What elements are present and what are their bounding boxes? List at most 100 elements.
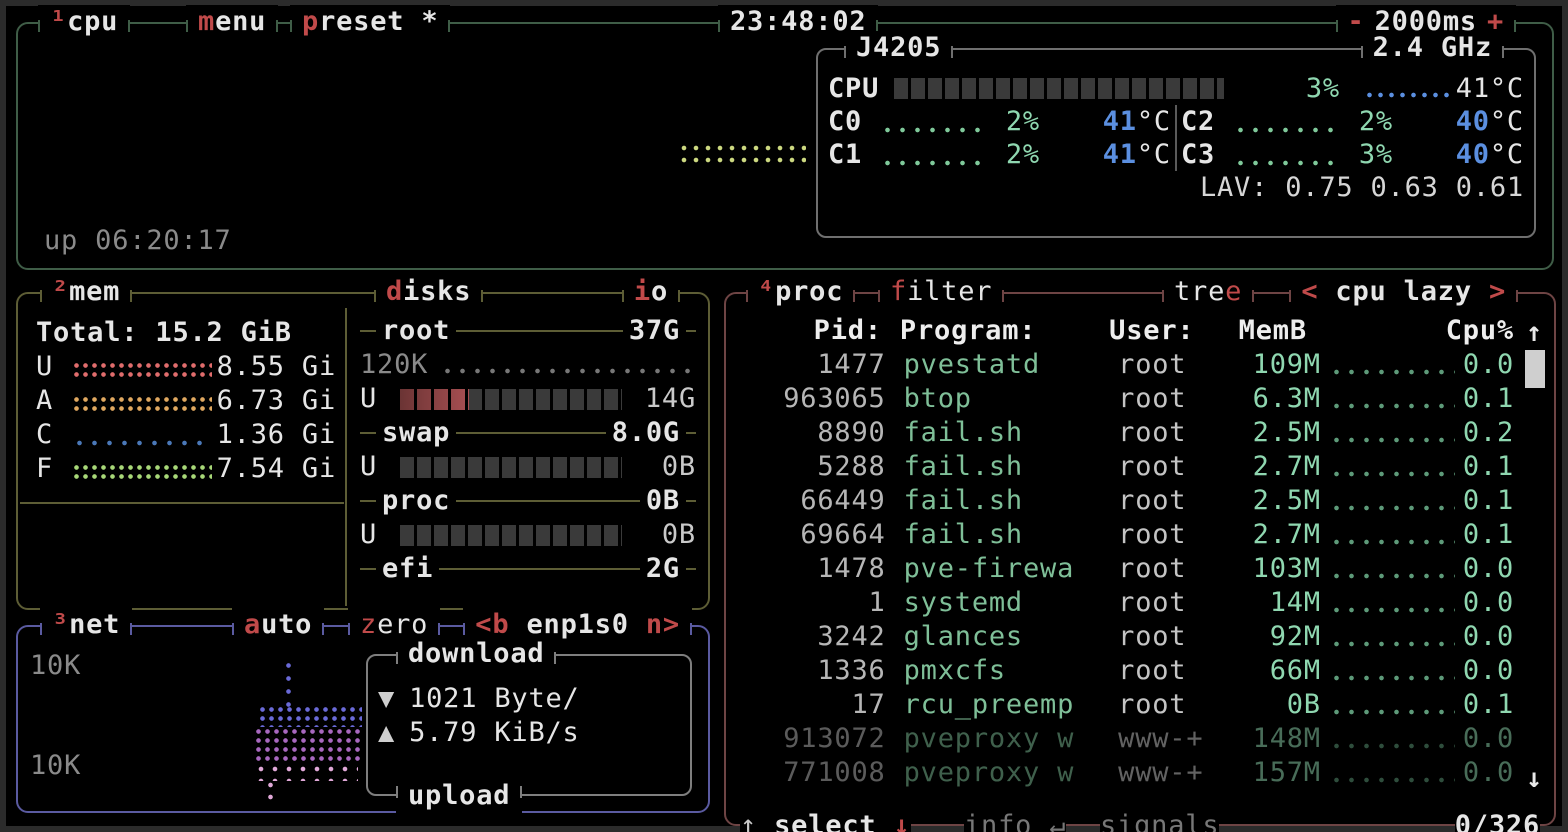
disks-label: isks xyxy=(403,276,471,307)
header-cpu[interactable]: Cpu% xyxy=(1446,314,1514,348)
mem-free-dots xyxy=(72,463,212,483)
upload-title: upload xyxy=(396,779,522,813)
hotkey-1: ¹ xyxy=(50,6,67,37)
cpu-usage-dots xyxy=(1329,367,1455,377)
net-auto-button[interactable]: auto xyxy=(232,608,324,642)
net-download-graph-spike xyxy=(284,659,294,711)
cpu-detail-panel: J4205 2.4 GHz CPU 3% 41°C C0 2% 41°C xyxy=(816,48,1536,238)
preset-label: reset * xyxy=(319,6,438,37)
select-up-icon[interactable]: ↑ xyxy=(740,810,757,832)
core-temp-value: 40 xyxy=(1456,139,1490,170)
cpu-usage-dots xyxy=(1329,741,1455,751)
io-toggle[interactable]: io xyxy=(622,275,680,309)
mem-key: C xyxy=(36,418,72,452)
cpu-panel: ¹cpu menu preset * 23:48:02 -2000ms+ up … xyxy=(16,22,1554,270)
disk-proc-header: proc 0B xyxy=(360,484,696,518)
net-upload-graph-tail xyxy=(266,779,275,805)
network-panel: ³net auto zero <b enp1s0 n> 10K 10K down… xyxy=(16,625,710,813)
cpu-usage-dots xyxy=(1329,401,1455,411)
scroll-up-icon[interactable]: ↑ xyxy=(1526,316,1543,350)
filter-button[interactable]: filter xyxy=(878,275,1004,309)
net-scale-top: 10K xyxy=(30,649,81,683)
auto-label: uto xyxy=(261,609,312,640)
process-row[interactable]: 963065btoproot6.3M0.1 xyxy=(726,382,1554,416)
process-row[interactable]: 3242glancesroot92M0.0 xyxy=(726,620,1554,654)
cpu-total-row: CPU 3% 41°C xyxy=(818,72,1534,105)
cpu-usage-dots xyxy=(1329,503,1455,513)
select-control[interactable]: ↑ select ↓ xyxy=(740,809,911,832)
mem-panel-toggle[interactable]: ²mem xyxy=(40,275,132,309)
process-row[interactable]: 771008pveproxy wwww-+157M0.0 xyxy=(726,756,1554,790)
cpu-usage-dots xyxy=(1329,639,1455,649)
preset-button[interactable]: preset * xyxy=(290,5,450,39)
signals-button[interactable]: signals xyxy=(1100,809,1219,832)
core-divider xyxy=(1175,138,1177,171)
menu-button[interactable]: menu xyxy=(186,5,278,39)
iface-prev-button[interactable]: <b xyxy=(475,609,509,640)
download-speed: 1021 Byte/ xyxy=(409,682,580,716)
disks-stats: root 37G 120K U 14G swap 8.0G U 0B xyxy=(350,296,706,606)
process-row[interactable]: 1477pvestatdroot109M0.0 xyxy=(726,348,1554,382)
process-row[interactable]: 66449fail.shroot2.5M0.1 xyxy=(726,484,1554,518)
sort-next-button[interactable]: > xyxy=(1489,276,1506,307)
select-down-icon[interactable]: ↓ xyxy=(894,810,911,832)
disk-used-label: U xyxy=(360,382,400,416)
cpu-usage-graph xyxy=(678,142,806,164)
core-percent: 2% xyxy=(1337,105,1393,138)
process-row[interactable]: 17rcu_preemproot0B0.1 xyxy=(726,688,1554,722)
header-pid[interactable]: Pid: xyxy=(736,314,882,348)
mem-row-available: A 6.73 Gi xyxy=(20,384,344,418)
preset-hotkey: p xyxy=(302,6,319,37)
filter-hotkey: f xyxy=(890,276,907,307)
cpu-usage-dots xyxy=(1329,571,1455,581)
net-panel-toggle[interactable]: ³net xyxy=(40,608,132,642)
scroll-down-icon[interactable]: ↓ xyxy=(1526,762,1543,796)
io-hotkey: i xyxy=(634,276,651,307)
header-program[interactable]: Program: xyxy=(882,314,1109,348)
tree-button[interactable]: tree xyxy=(1162,275,1254,309)
process-row[interactable]: 8890fail.shroot2.5M0.2 xyxy=(726,416,1554,450)
mem-row-free: F 7.54 Gi xyxy=(20,452,344,486)
process-row[interactable]: 1systemdroot14M0.0 xyxy=(726,586,1554,620)
core-percent: 2% xyxy=(984,138,1040,171)
proc-panel-toggle[interactable]: ⁴proc xyxy=(746,275,855,309)
scrollbar-thumb[interactable] xyxy=(1525,350,1545,388)
core-temp-unit: °C xyxy=(1137,139,1171,170)
process-row[interactable]: 1336pmxcfsroot66M0.0 xyxy=(726,654,1554,688)
header-memb[interactable]: MemB xyxy=(1219,314,1307,348)
sort-prev-button[interactable]: < xyxy=(1301,276,1318,307)
core-percent: 2% xyxy=(984,105,1040,138)
btop-terminal: ¹cpu menu preset * 23:48:02 -2000ms+ up … xyxy=(0,0,1568,832)
core-divider xyxy=(1175,105,1177,138)
process-row[interactable]: 69664fail.shroot2.7M0.1 xyxy=(726,518,1554,552)
cpu-panel-toggle[interactable]: ¹cpu xyxy=(38,5,130,39)
cpu-total-meter xyxy=(894,78,1224,99)
download-arrow-icon: ▼ xyxy=(378,682,395,716)
proc-footer: ↑ select ↓ info ↵ signals 0/326 xyxy=(726,809,1554,832)
disk-size: 2G xyxy=(640,552,686,586)
tree-label: tre xyxy=(1174,276,1225,307)
download-title: download xyxy=(396,637,556,671)
process-row[interactable]: 1478pve-firewaroot103M0.0 xyxy=(726,552,1554,586)
disk-swap-header: swap 8.0G xyxy=(360,416,696,450)
header-user[interactable]: User: xyxy=(1109,314,1218,348)
iface-next-button[interactable]: n> xyxy=(646,609,680,640)
process-row[interactable]: 5288fail.shroot2.7M0.1 xyxy=(726,450,1554,484)
core-row-1: C1 2% 41°C C3 3% 40°C xyxy=(818,138,1534,171)
disk-name: efi xyxy=(376,552,439,586)
disk-proc-used-row: U 0B xyxy=(360,518,696,552)
mem-row-used: U 8.55 Gi xyxy=(20,350,344,384)
sort-selector[interactable]: < cpu lazy > xyxy=(1289,275,1518,309)
net-speed-panel: download ▼ 1021 Byte/ ▲ 5.79 KiB/s uploa… xyxy=(366,654,692,796)
disks-toggle[interactable]: disks xyxy=(374,275,483,309)
download-row: ▼ 1021 Byte/ xyxy=(368,682,690,716)
process-row[interactable]: 913072pveproxy wwww-+148M0.0 xyxy=(726,722,1554,756)
cpu-usage-dots xyxy=(1329,775,1455,785)
hotkey-2: ² xyxy=(52,276,69,307)
core-temp-value: 40 xyxy=(1456,106,1490,137)
info-button[interactable]: info ↵ xyxy=(964,809,1066,832)
menu-hotkey: m xyxy=(198,6,215,37)
io-label: o xyxy=(651,276,668,307)
proc-panel-label: proc xyxy=(775,276,843,307)
disk-root-meter xyxy=(400,389,622,410)
